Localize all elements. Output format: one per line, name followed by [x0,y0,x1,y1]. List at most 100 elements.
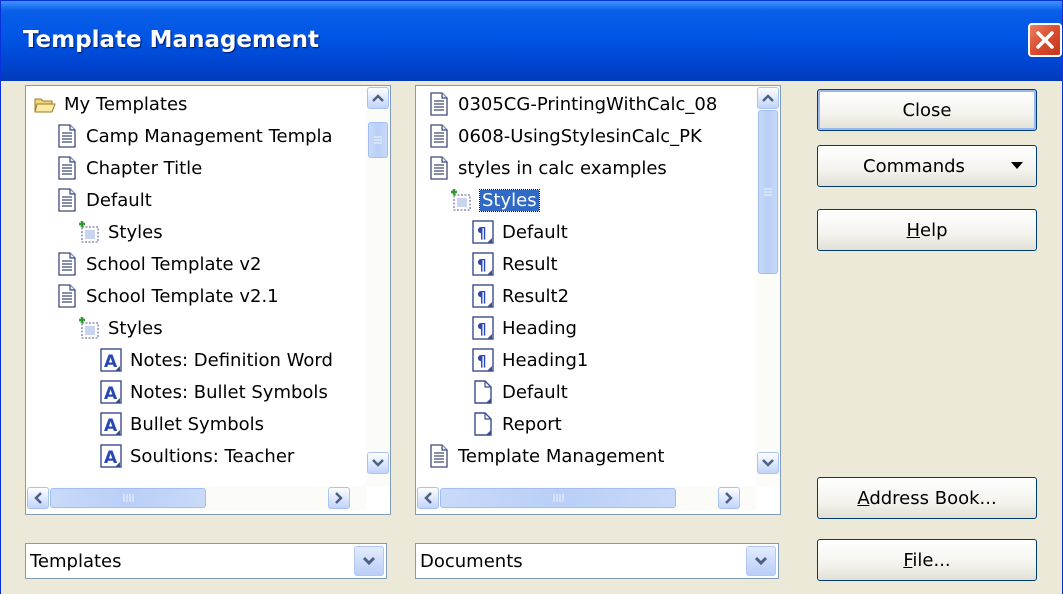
svg-text:¶: ¶ [477,288,487,306]
document-tree-item[interactable]: ¶ Result [472,248,558,280]
template-tree-item[interactable]: Camp Management Templa [56,120,333,152]
address-book-button-label: Address Book... [857,487,997,509]
document-tree-item[interactable]: Default [472,376,568,408]
document-tree-item[interactable]: 0305CG-PrintingWithCalc_08 [428,88,717,120]
character-style-icon: A [100,348,122,372]
scroll-thumb[interactable] [50,488,206,508]
document-tree-item[interactable]: 0608-UsingStylesinCalc_PK [428,120,702,152]
scroll-thumb[interactable] [368,122,388,158]
template-tree-item-label: School Template v2 [86,253,262,275]
template-tree-item-label: Default [86,189,152,211]
page-style-icon [472,380,494,404]
document-tree-item-label: Result2 [502,285,570,307]
chevron-down-icon[interactable] [354,546,384,576]
paragraph-style-icon: ¶ [472,316,494,340]
document-tree-item-label: Result [502,253,558,275]
document-tree-item[interactable]: Report [472,408,562,440]
commands-button[interactable]: Commands [817,145,1037,187]
scroll-left-button[interactable] [417,487,439,509]
document-icon [428,92,450,116]
template-tree-item[interactable]: Chapter Title [56,152,202,184]
title-bar[interactable]: Template Management [1,1,1062,81]
close-icon[interactable] [1028,23,1062,57]
templates-combo[interactable]: Templates [25,543,387,579]
template-tree-item[interactable]: A Bullet Symbols [100,408,264,440]
template-tree-item-label: Styles [108,221,163,243]
caret-down-icon [1011,162,1023,169]
scroll-up-button[interactable] [757,87,779,109]
template-tree-item[interactable]: School Template v2.1 [56,280,279,312]
chevron-down-icon[interactable] [746,546,776,576]
templates-combo-value: Templates [30,550,122,572]
template-tree-item-label: Soultions: Teacher [130,445,295,467]
template-tree-item[interactable]: Default [56,184,152,216]
scroll-right-button[interactable] [718,487,740,509]
template-tree-item-label: Styles [108,317,163,339]
document-tree-item-label: Default [502,221,568,243]
document-tree-item[interactable]: ¶ Result2 [472,280,569,312]
document-tree-item[interactable]: Template Management [428,440,664,472]
dialog-body: My Templates Camp Management Templa Chapte… [1,81,1062,594]
document-tree-item[interactable]: ¶ Default [472,216,568,248]
documents-horizontal-scrollbar[interactable] [416,486,756,510]
folder-open-icon [34,92,56,116]
documents-combo[interactable]: Documents [415,543,779,579]
document-tree-item-label: 0608-UsingStylesinCalc_PK [458,125,702,147]
close-button-label: Close [902,99,952,121]
scroll-down-button[interactable] [757,452,779,474]
commands-button-label: Commands [863,155,965,177]
template-tree-item[interactable]: School Template v2 [56,248,261,280]
character-style-icon: A [100,380,122,404]
scroll-thumb[interactable] [758,110,778,274]
template-tree-item-label: Notes: Definition Word [130,349,333,371]
document-tree-item[interactable]: ¶ Heading1 [472,344,588,376]
template-tree-item-label: Chapter Title [86,157,203,179]
template-tree-item[interactable]: A Notes: Definition Word [100,344,333,376]
template-tree-item-label: School Template v2.1 [86,285,279,307]
scroll-left-button[interactable] [27,487,49,509]
styles-folder-icon [78,220,100,244]
template-tree-item[interactable]: Styles [78,312,163,344]
svg-text:A: A [104,448,118,468]
document-icon [428,124,450,148]
styles-folder-icon [450,188,472,212]
templates-vertical-scrollbar[interactable] [366,86,390,486]
document-tree-item-label: Report [502,413,562,435]
template-tree-item-label: Notes: Bullet Symbols [130,381,328,403]
documents-tree[interactable]: 0305CG-PrintingWithCalc_08 0608-UsingStyl… [415,85,781,515]
document-icon [56,284,78,308]
templates-tree[interactable]: My Templates Camp Management Templa Chapte… [25,85,391,515]
scroll-right-button[interactable] [328,487,350,509]
close-button[interactable]: Close [817,89,1037,131]
svg-text:¶: ¶ [477,224,487,242]
template-tree-item[interactable]: My Templates [34,88,187,120]
document-tree-item-label: styles in calc examples [458,157,667,179]
scroll-thumb[interactable] [440,488,676,508]
document-tree-item[interactable]: ¶ Heading [472,312,577,344]
document-tree-item-label: Template Management [458,445,665,467]
document-tree-item[interactable]: Styles [450,184,540,216]
document-tree-item-label: Styles [479,188,540,212]
documents-vertical-scrollbar[interactable] [756,86,780,486]
scroll-down-button[interactable] [367,452,389,474]
template-management-dialog: Template Management My Templates Camp Man… [0,0,1063,594]
document-tree-item-label: Heading [502,317,577,339]
template-tree-item[interactable]: A Soultions: Teacher [100,440,294,472]
template-tree-item-label: My Templates [64,93,188,115]
documents-combo-value: Documents [420,550,523,572]
document-tree-item[interactable]: styles in calc examples [428,152,667,184]
templates-tree-items: My Templates Camp Management Templa Chapte… [26,86,352,486]
templates-horizontal-scrollbar[interactable] [26,486,366,510]
address-book-button[interactable]: Address Book... [817,477,1037,519]
document-icon [56,124,78,148]
template-tree-item[interactable]: A Notes: Bullet Symbols [100,376,328,408]
character-style-icon: A [100,444,122,468]
paragraph-style-icon: ¶ [472,348,494,372]
help-button[interactable]: Help [817,209,1037,251]
svg-text:A: A [104,384,118,404]
file-button-label: File... [903,549,951,571]
document-icon [56,156,78,180]
template-tree-item[interactable]: Styles [78,216,163,248]
scroll-up-button[interactable] [367,87,389,109]
file-button[interactable]: File... [817,539,1037,581]
